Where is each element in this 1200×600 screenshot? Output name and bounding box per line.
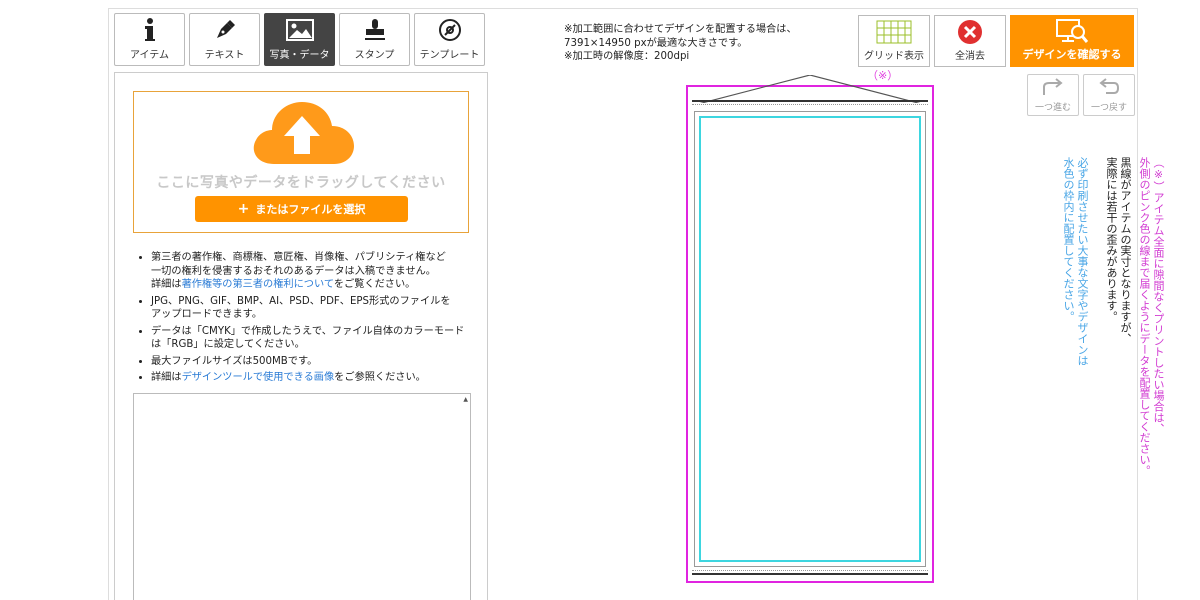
tab-stamp-label: スタンプ — [354, 50, 395, 61]
note-text: 水色の枠内に配置してください。 — [1062, 157, 1075, 322]
note-text: 最大ファイルサイズは500MBです。 — [151, 355, 318, 367]
note-text: 第三者の著作権、商標権、意匠権、肖像権、パブリシティ権など — [151, 252, 446, 263]
copyright-link[interactable]: 著作権等の第三者の権利について — [182, 279, 334, 290]
tab-template[interactable]: テンプレート — [414, 13, 485, 66]
tab-template-label: テンプレート — [419, 50, 480, 61]
file-dropzone[interactable]: ここに写真やデータをドラッグしてください + またはファイルを選択 — [133, 91, 469, 233]
note-text: 必ず印刷させたい大事な文字やデザインは — [1076, 157, 1089, 366]
note-text: 外側のピンク色の線まで届くようにデータを配置してください。 — [1138, 157, 1151, 476]
note-text: 一切の権利を侵害するおそれのあるデータは入稿できません。 — [151, 265, 436, 277]
dropzone-text: ここに写真やデータをドラッグしてください — [156, 175, 446, 191]
tab-text[interactable]: テキスト — [189, 13, 260, 66]
bottom-bar — [692, 570, 928, 575]
processing-info: ※加工範囲に合わせてデザインを配置する場合は、 7391×14950 pxが最適… — [564, 23, 797, 64]
info-icon — [137, 14, 163, 46]
confirm-design-label: デザインを確認する — [1022, 48, 1122, 61]
note-text: （※）アイテム全面に隙間なくプリントしたい場合は、 — [1152, 157, 1165, 434]
list-item: 詳細はデザインツールで使用できる画像をご参照ください。 — [151, 371, 473, 385]
confirm-design-button[interactable]: デザインを確認する — [1010, 15, 1134, 67]
hanger-string — [699, 75, 921, 103]
grid-toggle-button[interactable]: グリッド表示 — [858, 15, 930, 67]
undo-label: 一つ戻す — [1090, 103, 1127, 113]
list-item: データは「CMYK」で作成したうえで、ファイル自体のカラーモード は「RGB」に… — [151, 325, 473, 352]
note-text: 黒線がアイテムの実寸となりますが、 — [1119, 157, 1132, 344]
note-text: をご参照ください。 — [334, 372, 426, 383]
close-icon — [957, 16, 983, 47]
tab-stamp[interactable]: スタンプ — [339, 13, 410, 66]
note-text: データは「CMYK」で作成したうえで、ファイル自体のカラーモード — [151, 325, 465, 337]
design-tool: アイテム テキスト 写真・データ スタンプ テンプレート ここに写真やデータをド… — [108, 8, 1165, 600]
tab-photo-data-label: 写真・データ — [269, 50, 330, 61]
clear-all-button[interactable]: 全消去 — [934, 15, 1006, 67]
disc-icon — [437, 14, 463, 46]
note-text: JPG、PNG、GIF、BMP、AI、PSD、PDF、EPS形式のファイルを — [151, 295, 451, 307]
list-item: 第三者の著作権、商標権、意匠権、肖像権、パブリシティ権など 一切の権利を侵害する… — [151, 251, 473, 292]
stamp-icon — [362, 14, 388, 46]
pen-icon — [212, 14, 238, 46]
tab-photo-data[interactable]: 写真・データ — [264, 13, 335, 66]
tab-item[interactable]: アイテム — [114, 13, 185, 66]
actual-size-note: 黒線がアイテムの実寸となりますが、 実際には若干の歪みがあります。 — [1104, 157, 1132, 344]
list-item: JPG、PNG、GIF、BMP、AI、PSD、PDF、EPS形式のファイルを ア… — [151, 295, 473, 322]
safe-area-note: 必ず印刷させたい大事な文字やデザインは 水色の枠内に配置してください。 — [1061, 157, 1089, 366]
select-file-label: またはファイルを選択 — [255, 203, 366, 216]
undo-button[interactable]: 一つ戻す — [1083, 74, 1135, 116]
redo-button[interactable]: 一つ進む — [1027, 74, 1079, 116]
plus-icon: + — [237, 201, 250, 217]
top-bar — [692, 100, 928, 105]
design-canvas[interactable] — [686, 75, 934, 583]
note-text: 詳細は — [151, 372, 182, 383]
note-text: 詳細は — [151, 279, 182, 290]
note-text: アップロードできます。 — [151, 309, 263, 320]
clear-all-label: 全消去 — [955, 51, 985, 62]
monitor-search-icon — [1054, 16, 1090, 46]
note-text: 実際には若干の歪みがあります。 — [1105, 157, 1118, 322]
cloud-upload-icon — [253, 102, 354, 164]
list-item: 最大ファイルサイズは500MBです。 — [151, 355, 473, 369]
bleed-note: （※）アイテム全面に隙間なくプリントしたい場合は、 外側のピンク色の線まで届くよ… — [1137, 157, 1165, 476]
note-text: をご覧ください。 — [333, 279, 416, 290]
note-text: は「RGB」に設定してください。 — [151, 339, 305, 350]
actual-size-frame — [694, 111, 926, 567]
info-line: 7391×14950 pxが最適な大きさです。 — [564, 37, 748, 49]
image-list-box[interactable]: ▲ ▼ — [133, 393, 471, 600]
undo-icon — [1096, 75, 1122, 100]
usable-images-link[interactable]: デザインツールで使用できる画像 — [182, 372, 335, 383]
tab-item-label: アイテム — [130, 50, 169, 61]
select-file-button[interactable]: + またはファイルを選択 — [195, 196, 408, 222]
redo-icon — [1040, 75, 1066, 100]
grid-toggle-label: グリッド表示 — [864, 51, 924, 62]
scroll-up-icon[interactable]: ▲ — [463, 396, 468, 403]
tool-tabs: アイテム テキスト 写真・データ スタンプ テンプレート — [114, 13, 485, 66]
safe-area-frame — [699, 116, 921, 562]
tab-text-label: テキスト — [204, 50, 245, 61]
image-icon — [285, 14, 315, 46]
redo-label: 一つ進む — [1034, 103, 1071, 113]
upload-panel: ここに写真やデータをドラッグしてください + またはファイルを選択 第三者の著作… — [114, 72, 488, 600]
info-line: ※加工時の解像度：200dpi — [564, 51, 690, 62]
info-line: ※加工範囲に合わせてデザインを配置する場合は、 — [564, 24, 797, 35]
upload-notes: 第三者の著作権、商標権、意匠権、肖像権、パブリシティ権など 一切の権利を侵害する… — [133, 251, 473, 388]
grid-icon — [876, 16, 912, 47]
